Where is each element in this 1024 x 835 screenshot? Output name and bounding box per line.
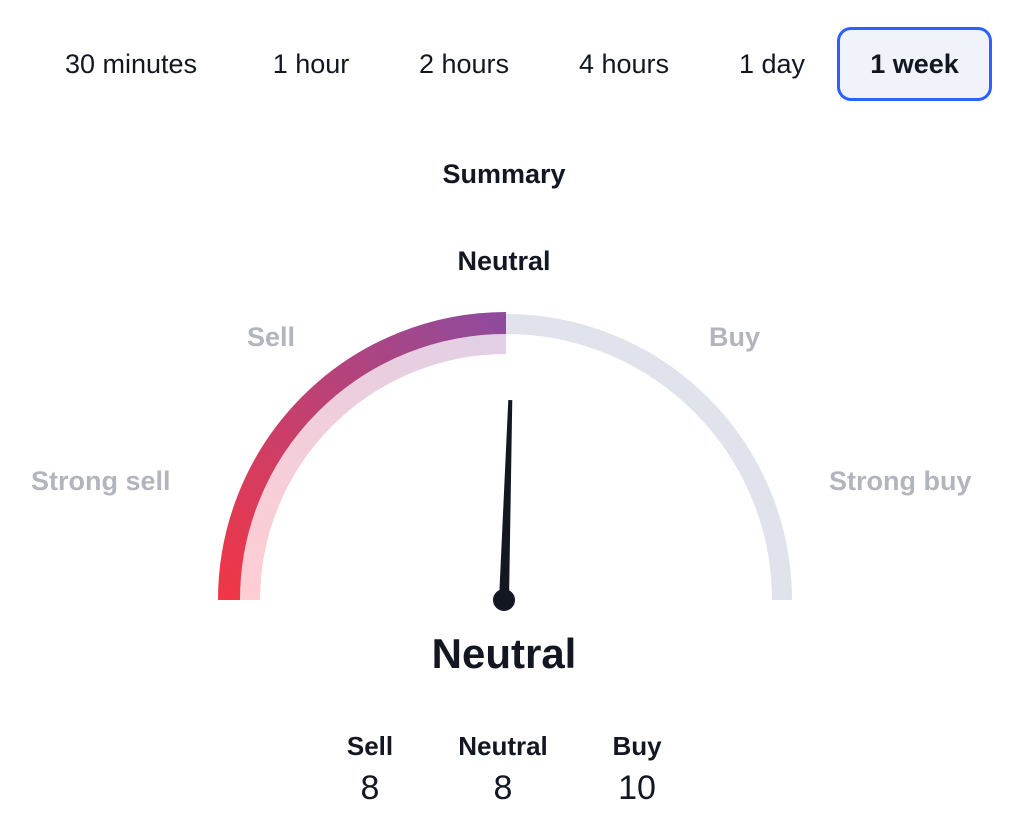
gauge-track-buy-side <box>505 314 792 601</box>
counter-neutral-value: 8 <box>493 769 513 807</box>
counter-buy: Buy 10 <box>567 728 707 810</box>
sentiment-gauge <box>218 312 792 611</box>
counter-buy-label: Buy <box>612 731 662 761</box>
gauge-needle-hub <box>493 589 515 611</box>
summary-rating: Neutral <box>431 630 577 677</box>
counter-neutral: Neutral 8 <box>433 728 573 810</box>
gauge-sell-inner-band <box>240 334 507 601</box>
counter-sell-label: Sell <box>346 731 394 761</box>
counter-sell: Sell 8 <box>300 728 440 810</box>
counter-buy-value: 10 <box>618 769 656 807</box>
counter-sell-value: 8 <box>360 769 380 807</box>
gauge-sell-band <box>218 312 507 601</box>
gauge-needle <box>499 400 513 601</box>
counter-neutral-label: Neutral <box>458 731 548 761</box>
